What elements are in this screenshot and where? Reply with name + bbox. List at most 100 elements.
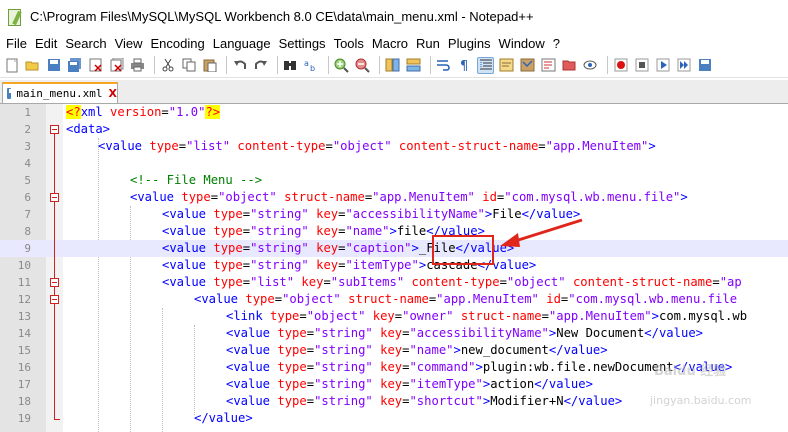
line-number: 12 xyxy=(17,293,31,306)
menu-language[interactable]: Language xyxy=(213,36,271,51)
menu-help[interactable]: ? xyxy=(553,36,560,51)
toolbar: ab ¶ xyxy=(0,53,788,78)
code-line-current[interactable]: 9 <value type="string" key="caption">_Fi… xyxy=(0,240,788,257)
save-macro-icon[interactable] xyxy=(696,57,713,74)
cut-icon[interactable] xyxy=(159,57,176,74)
menu-tools[interactable]: Tools xyxy=(334,36,364,51)
redo-icon[interactable] xyxy=(252,57,269,74)
code-line[interactable]: 4 xyxy=(0,155,788,172)
code-line[interactable]: 3 <value type="list" content-type="objec… xyxy=(0,138,788,155)
code-line[interactable]: 19 </value> xyxy=(0,410,788,427)
code-line[interactable]: 5 <!-- File Menu --> xyxy=(0,172,788,189)
copy-icon[interactable] xyxy=(180,57,197,74)
baidu-watermark-logo: Baidu 经验 xyxy=(654,364,727,379)
line-number: 11 xyxy=(17,276,31,289)
zoom-out-icon[interactable] xyxy=(354,57,371,74)
fold-line xyxy=(49,325,60,342)
menu-macro[interactable]: Macro xyxy=(372,36,408,51)
record-macro-icon[interactable] xyxy=(612,57,629,74)
code-line[interactable]: 13 <link type="object" key="owner" struc… xyxy=(0,308,788,325)
code-editor[interactable]: 1 <?xml version="1.0"?> 2 <data> 3 <valu… xyxy=(0,104,788,432)
menu-settings[interactable]: Settings xyxy=(279,36,326,51)
tab-label: main_menu.xml xyxy=(16,87,103,100)
stop-record-icon[interactable] xyxy=(633,57,650,74)
code-line[interactable]: 1 <?xml version="1.0"?> xyxy=(0,104,788,121)
code-text: <data> xyxy=(66,122,111,136)
run-macro-multiple-icon[interactable] xyxy=(675,57,692,74)
code-text: <value type="list" key="subItems" conten… xyxy=(162,275,742,289)
zoom-in-icon[interactable] xyxy=(333,57,350,74)
show-all-chars-icon[interactable]: ¶ xyxy=(456,57,473,74)
line-number: 8 xyxy=(24,225,31,238)
sync-horizontal-icon[interactable] xyxy=(405,57,422,74)
toolbar-separator xyxy=(154,56,155,74)
fold-line xyxy=(49,342,60,359)
line-number: 13 xyxy=(17,310,31,323)
saved-file-icon xyxy=(7,88,17,99)
line-number: 5 xyxy=(24,174,31,187)
fold-line xyxy=(49,206,60,223)
line-number: 2 xyxy=(24,123,31,136)
title-bar: C:\Program Files\MySQL\MySQL Workbench 8… xyxy=(0,0,788,33)
code-line[interactable]: 10 <value type="string" key="itemType">c… xyxy=(0,257,788,274)
fold-line xyxy=(49,155,60,172)
line-number: 4 xyxy=(24,157,31,170)
menu-encoding[interactable]: Encoding xyxy=(151,36,205,51)
menu-search[interactable]: Search xyxy=(65,36,106,51)
tab-close-icon[interactable]: X xyxy=(109,87,117,100)
find-icon[interactable] xyxy=(282,57,299,74)
fold-collapse-icon[interactable] xyxy=(49,291,60,308)
annotation-highlight-box xyxy=(432,235,494,265)
replace-icon[interactable]: ab xyxy=(303,57,320,74)
word-wrap-icon[interactable] xyxy=(435,57,452,74)
menu-edit[interactable]: Edit xyxy=(35,36,57,51)
function-list-icon[interactable] xyxy=(540,57,557,74)
menu-view[interactable]: View xyxy=(115,36,143,51)
undo-icon[interactable] xyxy=(231,57,248,74)
close-all-icon[interactable] xyxy=(108,57,125,74)
code-line[interactable]: 14 <value type="string" key="accessibili… xyxy=(0,325,788,342)
menu-plugins[interactable]: Plugins xyxy=(448,36,491,51)
code-line[interactable]: 2 <data> xyxy=(0,121,788,138)
save-all-icon[interactable] xyxy=(66,57,83,74)
code-line[interactable]: 11 <value type="list" key="subItems" con… xyxy=(0,274,788,291)
fold-collapse-icon[interactable] xyxy=(49,189,60,206)
menu-run[interactable]: Run xyxy=(416,36,440,51)
doc-map-icon[interactable] xyxy=(519,57,536,74)
toolbar-separator xyxy=(379,56,380,74)
user-language-icon[interactable] xyxy=(498,57,515,74)
code-line[interactable]: 15 <value type="string" key="name">new_d… xyxy=(0,342,788,359)
line-number: 3 xyxy=(24,140,31,153)
fold-line xyxy=(49,359,60,376)
paste-icon[interactable] xyxy=(201,57,218,74)
line-number: 10 xyxy=(17,259,31,272)
monitor-icon[interactable] xyxy=(582,57,599,74)
line-number: 1 xyxy=(24,106,31,119)
play-macro-icon[interactable] xyxy=(654,57,671,74)
line-number: 7 xyxy=(24,208,31,221)
code-text: <value type="list" content-type="object"… xyxy=(98,139,656,153)
code-text: <value type="object" struct-name="app.Me… xyxy=(130,190,688,204)
code-text: <value type="string" key="accessibilityN… xyxy=(226,326,703,340)
fold-collapse-icon[interactable] xyxy=(49,274,60,291)
code-line[interactable]: 7 <value type="string" key="accessibilit… xyxy=(0,206,788,223)
close-icon[interactable] xyxy=(87,57,104,74)
open-file-icon[interactable] xyxy=(24,57,41,74)
sync-vertical-icon[interactable] xyxy=(384,57,401,74)
tab-main-menu-xml[interactable]: main_menu.xml X xyxy=(2,82,118,103)
code-line[interactable]: 8 <value type="string" key="name">file</… xyxy=(0,223,788,240)
new-file-icon[interactable] xyxy=(3,57,20,74)
code-line[interactable]: 12 <value type="object" struct-name="app… xyxy=(0,291,788,308)
indent-guide-icon[interactable] xyxy=(477,56,494,74)
svg-text:a: a xyxy=(304,59,309,68)
code-line[interactable]: 6 <value type="object" struct-name="app.… xyxy=(0,189,788,206)
save-icon[interactable] xyxy=(45,57,62,74)
menu-file[interactable]: File xyxy=(6,36,27,51)
folder-as-workspace-icon[interactable] xyxy=(561,57,578,74)
menu-window[interactable]: Window xyxy=(499,36,545,51)
fold-line xyxy=(49,240,60,257)
svg-text:¶: ¶ xyxy=(460,59,468,72)
line-number: 18 xyxy=(17,395,31,408)
fold-collapse-icon[interactable] xyxy=(49,121,60,138)
print-icon[interactable] xyxy=(129,57,146,74)
